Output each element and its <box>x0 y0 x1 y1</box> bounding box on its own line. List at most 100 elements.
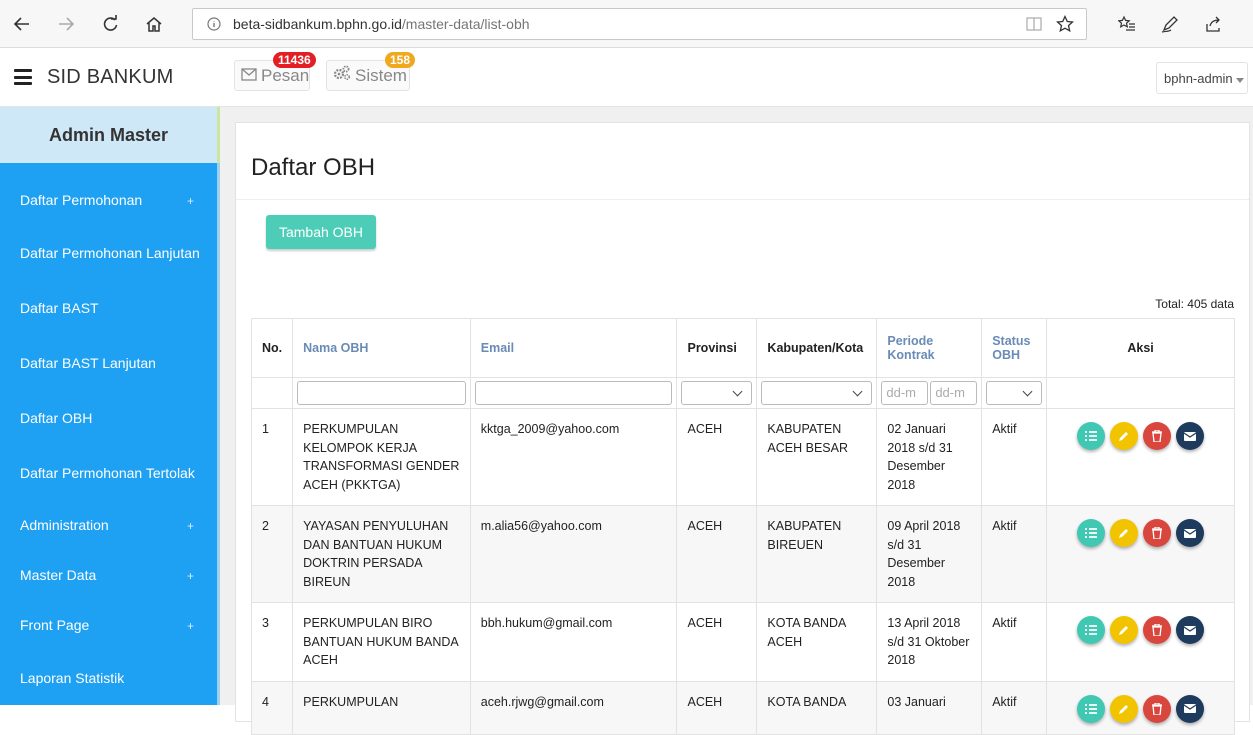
row-periode: 03 Januari <box>876 680 983 735</box>
filter-cell-aksi <box>1046 377 1235 409</box>
edit-pencil-icon[interactable] <box>1110 422 1139 450</box>
send-email-icon[interactable] <box>1176 616 1205 644</box>
row-periode: 02 Januari 2018 s/d 31 Desember 2018 <box>876 408 983 506</box>
edit-pencil-icon[interactable] <box>1110 616 1139 644</box>
plus-icon[interactable]: + <box>187 519 194 533</box>
detail-list-icon[interactable] <box>1077 422 1106 450</box>
address-bar[interactable]: beta-sidbankum.bphn.go.id/master-data/li… <box>192 8 1087 40</box>
delete-trash-icon[interactable] <box>1143 616 1172 644</box>
row-provinsi: ACEH <box>676 680 758 735</box>
table-row: 4 PERKUMPULAN aceh.rjwg@gmail.com ACEH K… <box>250 680 1235 735</box>
table-header-row: No. Nama OBH Email Provinsi Kabupaten/Ko… <box>250 318 1235 378</box>
sidebar-item-daftar-permohonan[interactable]: Daftar Permohonan <box>20 192 142 208</box>
column-header-nama[interactable]: Nama OBH <box>292 318 471 378</box>
plus-icon[interactable]: + <box>187 569 194 583</box>
system-count-badge: 158 <box>385 52 416 68</box>
info-icon[interactable] <box>207 17 221 36</box>
sidebar-item-daftar-obh[interactable]: Daftar OBH <box>20 410 92 426</box>
row-actions <box>1046 602 1235 682</box>
row-status: Aktif <box>981 505 1048 603</box>
sidebar-item-laporan-statistik[interactable]: Laporan Statistik <box>20 670 124 686</box>
user-dropdown[interactable]: bphn-admin <box>1156 62 1248 94</box>
column-header-aksi: Aksi <box>1046 318 1235 378</box>
filter-row: dd-m dd-m <box>250 377 1235 409</box>
row-kabupaten: KOTA BANDA ACEH <box>756 602 878 682</box>
row-status: Aktif <box>981 680 1048 735</box>
row-actions <box>1046 680 1235 735</box>
obh-table: No. Nama OBH Email Provinsi Kabupaten/Ko… <box>250 318 1235 735</box>
status-filter-select[interactable] <box>986 381 1043 405</box>
column-header-status[interactable]: Status OBH <box>981 318 1048 378</box>
kabupaten-filter-select[interactable] <box>761 381 873 405</box>
row-provinsi: ACEH <box>676 505 758 603</box>
more-icon[interactable] <box>1240 10 1253 38</box>
provinsi-filter-select[interactable] <box>681 381 753 405</box>
column-header-email[interactable]: Email <box>469 318 678 378</box>
home-icon[interactable] <box>140 10 168 38</box>
sidebar-item-daftar-bast-lanjutan[interactable]: Daftar BAST Lanjutan <box>20 355 156 371</box>
column-header-periode[interactable]: Periode Kontrak <box>876 318 983 378</box>
sidebar-item-administration[interactable]: Administration <box>20 517 109 533</box>
table-row: 3 PERKUMPULAN BIRO BANTUAN HUKUM BANDA A… <box>250 602 1235 682</box>
row-provinsi: ACEH <box>676 602 758 682</box>
nama-filter-input[interactable] <box>297 381 466 405</box>
table-row: 2 YAYASAN PENYULUHAN DAN BANTUAN HUKUM D… <box>250 505 1235 603</box>
envelope-icon <box>241 66 257 86</box>
edit-pencil-icon[interactable] <box>1110 694 1139 723</box>
row-email: bbh.hukum@gmail.com <box>469 602 678 682</box>
messages-count-badge: 11436 <box>273 52 316 68</box>
detail-list-icon[interactable] <box>1077 694 1106 723</box>
total-count: Total: 405 data <box>1155 297 1234 311</box>
delete-trash-icon[interactable] <box>1143 422 1172 450</box>
cogs-icon <box>333 65 351 86</box>
app-header: SID BANKUM Pesan 11436 Sistem 158 bphn-a… <box>0 48 1253 107</box>
sidebar-item-daftar-bast[interactable]: Daftar BAST <box>20 300 99 316</box>
column-header-no: No. <box>250 318 294 378</box>
column-header-kabupaten: Kabupaten/Kota <box>756 318 878 378</box>
plus-icon[interactable]: + <box>187 194 194 208</box>
filter-cell-empty <box>250 377 294 409</box>
detail-list-icon[interactable] <box>1077 519 1106 547</box>
favorites-list-icon[interactable] <box>1113 10 1141 38</box>
column-header-provinsi: Provinsi <box>676 318 758 378</box>
sidebar-item-daftar-permohonan-tertolak[interactable]: Daftar Permohonan Tertolak <box>20 465 195 481</box>
send-email-icon[interactable] <box>1176 519 1205 547</box>
filter-cell-email <box>469 377 678 409</box>
share-icon[interactable] <box>1199 10 1227 38</box>
row-status: Aktif <box>981 602 1048 682</box>
row-periode: 13 April 2018 s/d 31 Oktober 2018 <box>876 602 983 682</box>
back-icon[interactable] <box>8 10 36 38</box>
delete-trash-icon[interactable] <box>1143 694 1172 723</box>
filter-cell-periode: dd-m dd-m <box>876 377 983 409</box>
reading-view-icon[interactable] <box>1026 17 1042 36</box>
row-kabupaten: KABUPATEN ACEH BESAR <box>756 408 878 506</box>
detail-list-icon[interactable] <box>1077 616 1106 644</box>
edit-pencil-icon[interactable] <box>1110 519 1139 547</box>
brand-title: SID BANKUM <box>47 66 174 88</box>
row-status: Aktif <box>981 408 1048 506</box>
favorite-star-icon[interactable] <box>1055 14 1075 38</box>
email-filter-input[interactable] <box>474 381 673 405</box>
send-email-icon[interactable] <box>1176 422 1205 450</box>
row-nama: PERKUMPULAN <box>292 680 471 735</box>
delete-trash-icon[interactable] <box>1143 519 1172 547</box>
periode-start-date-input[interactable]: dd-m <box>881 381 929 405</box>
periode-end-date-input[interactable]: dd-m <box>930 381 978 405</box>
refresh-icon[interactable] <box>96 10 124 38</box>
row-email: aceh.rjwg@gmail.com <box>469 680 678 735</box>
user-name: bphn-admin <box>1164 70 1233 86</box>
menu-toggle-icon[interactable] <box>14 69 32 85</box>
content-card: Daftar OBH Tambah OBH Total: 405 data No… <box>235 122 1250 735</box>
pen-icon[interactable] <box>1156 10 1184 38</box>
sidebar-item-daftar-permohonan-lanjutan[interactable]: Daftar Permohonan Lanjutan <box>20 245 200 261</box>
send-email-icon[interactable] <box>1176 694 1205 723</box>
sidebar-item-master-data[interactable]: Master Data <box>20 567 96 583</box>
filter-cell-status <box>981 377 1048 409</box>
row-periode: 09 April 2018 s/d 31 Desember 2018 <box>876 505 983 603</box>
sidebar-item-front-page[interactable]: Front Page <box>20 617 89 633</box>
row-provinsi: ACEH <box>676 408 758 506</box>
messages-label: Pesan <box>261 65 310 85</box>
add-obh-button[interactable]: Tambah OBH <box>266 215 376 249</box>
plus-icon[interactable]: + <box>187 619 194 633</box>
forward-icon[interactable] <box>52 10 80 38</box>
